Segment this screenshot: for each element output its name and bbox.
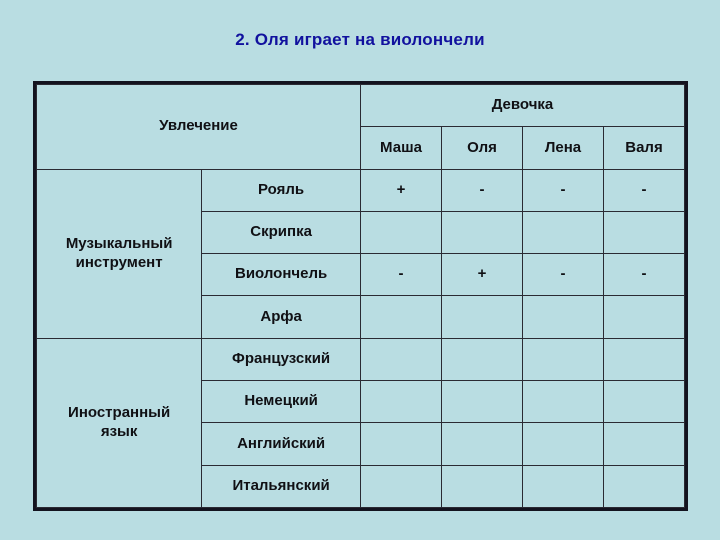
logic-puzzle-table: Увлечение Девочка Маша Оля Лена Валя Муз… [33, 81, 688, 511]
cell-angliyskiy-valya[interactable] [602, 422, 686, 466]
row-label-nemeckiy: Немецкий [201, 380, 361, 424]
header-row-top: Увлечение Девочка [36, 83, 686, 170]
cell-skripka-olya[interactable] [440, 210, 523, 255]
cell-violoncel-lena[interactable]: - [521, 253, 604, 297]
header-girl: Девочка [359, 83, 686, 128]
cell-arfa-olya[interactable] [440, 295, 523, 339]
cell-royal-valya[interactable]: - [602, 168, 686, 212]
cell-italyanskiy-lena[interactable] [521, 464, 604, 509]
row-label-violoncel: Виолончель [201, 253, 361, 297]
cell-italyanskiy-masha[interactable] [359, 464, 442, 509]
header-name-valya: Валя [602, 126, 686, 170]
cell-violoncel-masha[interactable]: - [359, 253, 442, 297]
cell-skripka-masha[interactable] [359, 210, 442, 255]
slide-page: 2. Оля играет на виолончели Увлечение Де… [0, 0, 720, 540]
grid-table: Увлечение Девочка Маша Оля Лена Валя Муз… [35, 83, 686, 509]
cell-skripka-lena[interactable] [521, 210, 604, 255]
cell-nemeckiy-olya[interactable] [440, 380, 523, 424]
cell-royal-masha[interactable]: + [359, 168, 442, 212]
group-label-line1: Музыкальный [65, 234, 173, 252]
cell-francuzskiy-valya[interactable] [602, 337, 686, 382]
cell-arfa-masha[interactable] [359, 295, 442, 339]
group-label-line2: инструмент [75, 253, 163, 271]
cell-italyanskiy-valya[interactable] [602, 464, 686, 509]
row-label-royal: Рояль [201, 168, 361, 212]
cell-royal-lena[interactable]: - [521, 168, 604, 212]
cell-francuzskiy-olya[interactable] [440, 337, 523, 382]
cell-angliyskiy-olya[interactable] [440, 422, 523, 466]
cell-arfa-valya[interactable] [602, 295, 686, 339]
header-name-olya: Оля [440, 126, 523, 170]
header-name-lena: Лена [521, 126, 604, 170]
cell-italyanskiy-olya[interactable] [440, 464, 523, 509]
page-title: 2. Оля играет на виолончели [235, 30, 485, 49]
cell-violoncel-valya[interactable]: - [602, 253, 686, 297]
cell-nemeckiy-lena[interactable] [521, 380, 604, 424]
cell-angliyskiy-masha[interactable] [359, 422, 442, 466]
group-label-line2: язык [100, 422, 138, 440]
row-label-francuzskiy: Французский [201, 337, 361, 382]
cell-francuzskiy-lena[interactable] [521, 337, 604, 382]
group-label-line1: Иностранный [68, 404, 171, 422]
cell-royal-olya[interactable]: - [440, 168, 523, 212]
header-name-masha: Маша [359, 126, 442, 170]
cell-angliyskiy-lena[interactable] [521, 422, 604, 466]
row-label-angliyskiy: Английский [201, 422, 361, 466]
group-label-language: Иностранный язык [35, 337, 203, 509]
row-label-arfa: Арфа [201, 295, 361, 339]
cell-skripka-valya[interactable] [602, 210, 686, 255]
cell-francuzskiy-masha[interactable] [359, 337, 442, 382]
cell-nemeckiy-masha[interactable] [359, 380, 442, 424]
cell-arfa-lena[interactable] [521, 295, 604, 339]
row-label-italyanskiy: Итальянский [201, 464, 361, 509]
cell-violoncel-olya[interactable]: + [440, 253, 523, 297]
row-label-skripka: Скрипка [201, 210, 361, 255]
group-label-music: Музыкальный инструмент [35, 168, 203, 339]
table-row: Иностранный язык Французский [35, 337, 686, 509]
header-hobby: Увлечение [36, 84, 361, 170]
table-row: Музыкальный инструмент Рояль + - - - [35, 168, 686, 339]
cell-nemeckiy-valya[interactable] [602, 380, 686, 424]
